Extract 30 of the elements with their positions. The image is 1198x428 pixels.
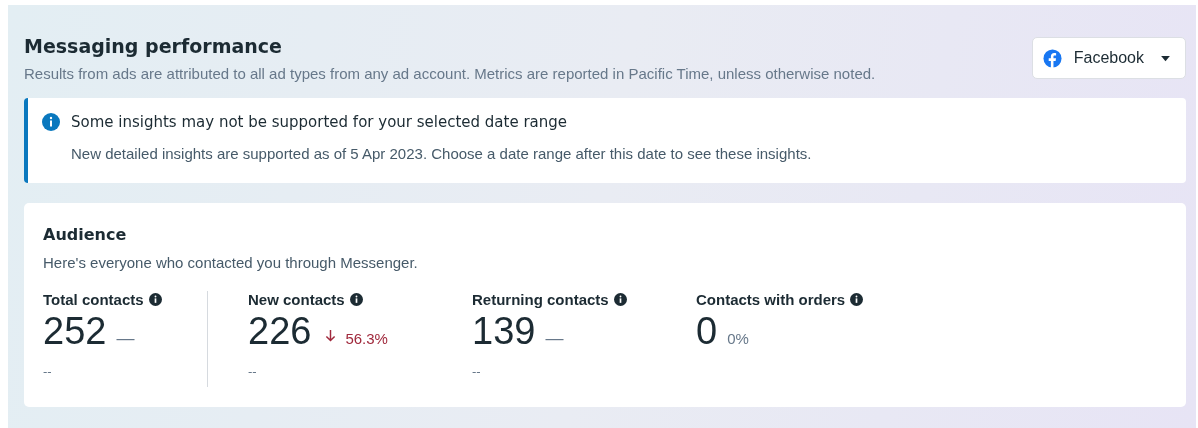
section-title: Messaging performance — [24, 35, 283, 57]
metric-change: — — [116, 328, 135, 349]
card-description: Here's everyone who contacted you through Messenger. — [43, 254, 419, 271]
metric-share: 0% — [727, 330, 749, 347]
metric-change: 56.3% — [345, 330, 388, 347]
metric-value: 252 — [43, 310, 107, 353]
info-icon — [42, 113, 60, 131]
metric-value: 139 — [472, 310, 536, 353]
metric-label: Total contacts — [43, 291, 144, 308]
metric-label: Contacts with orders — [696, 291, 846, 308]
metric-value: 226 — [248, 310, 312, 353]
info-icon[interactable] — [850, 293, 864, 306]
metric-label: Returning contacts — [472, 291, 609, 308]
notice-title: Some insights may not be supported for your selected date range — [71, 113, 568, 131]
caret-icon — [1160, 54, 1171, 62]
info-icon[interactable] — [349, 293, 363, 306]
metric-value: 0 — [696, 310, 718, 353]
section-subtitle: Results from ads are attributed to all ad types from any ad account. Metrics are reported in Pacific Time, unless otherwise noted. — [24, 65, 876, 82]
card-title: Audience — [43, 225, 128, 244]
metric-comparison: -- — [43, 365, 53, 379]
facebook-icon — [1042, 48, 1062, 68]
down-arrow-icon — [325, 329, 337, 342]
metric-comparison: -- — [248, 365, 258, 379]
info-icon[interactable] — [613, 293, 627, 306]
platform-dropdown[interactable]: Facebook — [1031, 37, 1186, 79]
metric-label: New contacts — [248, 291, 345, 308]
notice-text: New detailed insights are supported as of 5 Apr 2023. Choose a date range after this date to see these insights. — [71, 145, 813, 162]
metric-comparison: -- — [472, 365, 482, 379]
metric-change: — — [545, 328, 564, 349]
info-icon[interactable] — [148, 293, 162, 306]
